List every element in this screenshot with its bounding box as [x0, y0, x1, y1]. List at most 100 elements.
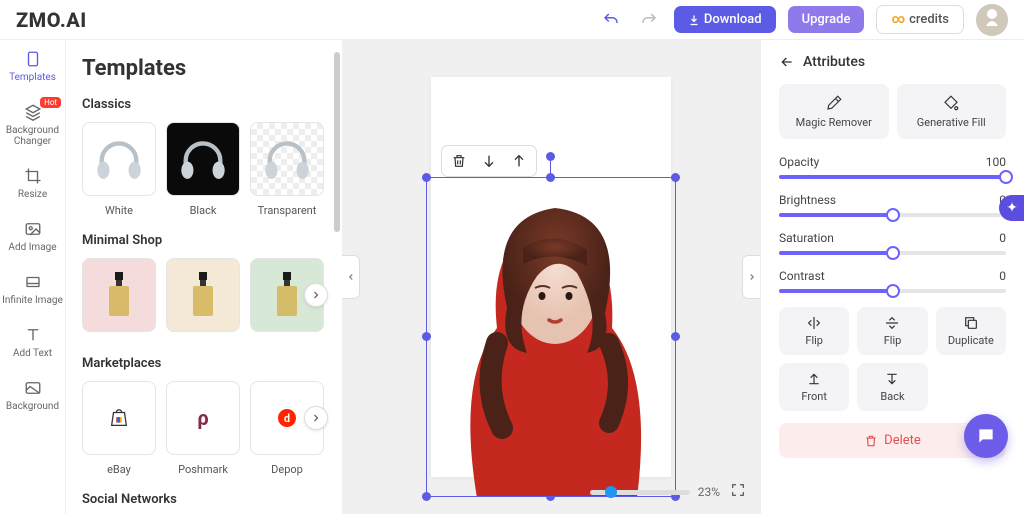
flip-v-icon	[884, 315, 900, 331]
contrast-slider[interactable]: Contrast0	[779, 269, 1006, 293]
redo-button[interactable]	[636, 7, 662, 33]
row-next-button[interactable]	[304, 283, 328, 307]
bring-front-button[interactable]: Front	[779, 363, 849, 411]
perfume-icon	[104, 270, 134, 320]
classics-row	[82, 122, 326, 196]
collapse-left-panel[interactable]	[342, 255, 360, 299]
row-next-button[interactable]	[304, 406, 328, 430]
text-icon	[24, 326, 42, 344]
upgrade-button[interactable]: Upgrade	[788, 6, 865, 33]
nav-background[interactable]: Background	[0, 369, 65, 422]
sparkle-fab[interactable]: ✦	[999, 195, 1024, 221]
templates-icon	[24, 50, 42, 68]
tile-label: Transparent	[250, 204, 324, 217]
templates-title: Templates	[82, 56, 326, 81]
delete-layer-button[interactable]	[448, 150, 470, 172]
hot-badge: Hot	[40, 97, 61, 108]
depop-icon: d	[275, 406, 299, 430]
download-icon	[688, 14, 700, 26]
undo-icon	[602, 11, 620, 29]
fullscreen-button[interactable]	[728, 480, 748, 504]
canvas[interactable]	[431, 77, 671, 477]
flip-vertical-button[interactable]: Flip	[857, 307, 927, 355]
bring-forward-button[interactable]	[508, 150, 530, 172]
credits-button[interactable]: ∞ credits	[876, 5, 964, 34]
template-poshmark[interactable]: ρ	[166, 381, 240, 455]
infinite-icon	[24, 273, 42, 291]
duplicate-icon	[963, 315, 979, 331]
headphones-icon	[93, 137, 145, 181]
template-minimal-1[interactable]	[82, 258, 156, 332]
trash-icon	[864, 434, 878, 448]
attributes-panel: Attributes Magic Remover Generative Fill…	[760, 40, 1024, 514]
nav-resize[interactable]: Resize	[0, 157, 65, 210]
selection-toolbar	[441, 145, 537, 177]
sparkle-icon: ✦	[1006, 200, 1018, 216]
flip-horizontal-button[interactable]: Flip	[779, 307, 849, 355]
header-actions: Download Upgrade ∞ credits	[598, 4, 1008, 36]
zoom-value: 23%	[698, 485, 720, 499]
template-ebay[interactable]	[82, 381, 156, 455]
fill-icon	[942, 94, 960, 112]
tile-label: Poshmark	[166, 463, 240, 476]
chat-fab[interactable]	[964, 414, 1008, 458]
section-marketplaces: Marketplaces	[82, 356, 326, 371]
perfume-icon	[188, 270, 218, 320]
arrow-up-icon	[511, 153, 527, 169]
magic-remover-button[interactable]: Magic Remover	[779, 84, 889, 139]
generative-fill-button[interactable]: Generative Fill	[897, 84, 1007, 139]
chevron-left-icon	[346, 272, 356, 282]
back-icon	[884, 371, 900, 387]
opacity-slider[interactable]: Opacity100	[779, 155, 1006, 179]
rotate-handle[interactable]	[546, 152, 555, 161]
scrollbar[interactable]	[334, 52, 340, 502]
section-social-networks: Social Networks	[82, 492, 326, 507]
eraser-icon	[825, 94, 843, 112]
undo-button[interactable]	[598, 7, 624, 33]
nav-background-changer[interactable]: Hot Background Changer	[0, 93, 65, 157]
template-transparent[interactable]	[250, 122, 324, 196]
saturation-slider[interactable]: Saturation0	[779, 231, 1006, 255]
background-icon	[24, 379, 42, 397]
section-classics: Classics	[82, 97, 326, 112]
nav-add-text[interactable]: Add Text	[0, 316, 65, 369]
trash-icon	[451, 153, 467, 169]
nav-infinite-image[interactable]: Infinite Image	[0, 263, 65, 316]
avatar[interactable]	[976, 4, 1008, 36]
duplicate-button[interactable]: Duplicate	[936, 307, 1006, 355]
back-button[interactable]	[779, 54, 795, 70]
ebay-icon	[107, 406, 131, 430]
template-black[interactable]	[166, 122, 240, 196]
zoom-slider[interactable]	[590, 490, 690, 495]
headphones-icon	[261, 137, 313, 181]
nav-add-image[interactable]: Add Image	[0, 210, 65, 263]
minimal-shop-row	[82, 258, 326, 332]
chevron-right-icon	[747, 272, 757, 282]
infinity-icon: ∞	[891, 12, 905, 27]
collapse-right-panel[interactable]	[742, 255, 760, 299]
brightness-slider[interactable]: Brightness0	[779, 193, 1006, 217]
send-backward-button[interactable]	[478, 150, 500, 172]
template-white[interactable]	[82, 122, 156, 196]
headphones-icon	[177, 137, 229, 181]
marketplaces-row: ρ d	[82, 381, 326, 455]
layers-icon	[24, 103, 42, 121]
poshmark-icon: ρ	[191, 406, 215, 430]
nav-templates[interactable]: Templates	[0, 40, 65, 93]
logo: ZMO.AI	[16, 8, 87, 32]
selected-image[interactable]	[427, 178, 675, 496]
arrow-down-icon	[481, 153, 497, 169]
template-minimal-2[interactable]	[166, 258, 240, 332]
send-back-button[interactable]: Back	[857, 363, 927, 411]
front-icon	[806, 371, 822, 387]
tile-label: Depop	[250, 463, 324, 476]
header: ZMO.AI Download Upgrade ∞ credits	[0, 0, 1024, 40]
section-minimal-shop: Minimal Shop	[82, 233, 326, 248]
zoom-controls: 23%	[590, 480, 748, 504]
tile-label: White	[82, 204, 156, 217]
perfume-icon	[272, 270, 302, 320]
chat-icon	[976, 426, 996, 446]
download-button[interactable]: Download	[674, 6, 776, 33]
left-nav: Templates Hot Background Changer Resize …	[0, 40, 66, 514]
selection-box[interactable]	[426, 177, 676, 497]
